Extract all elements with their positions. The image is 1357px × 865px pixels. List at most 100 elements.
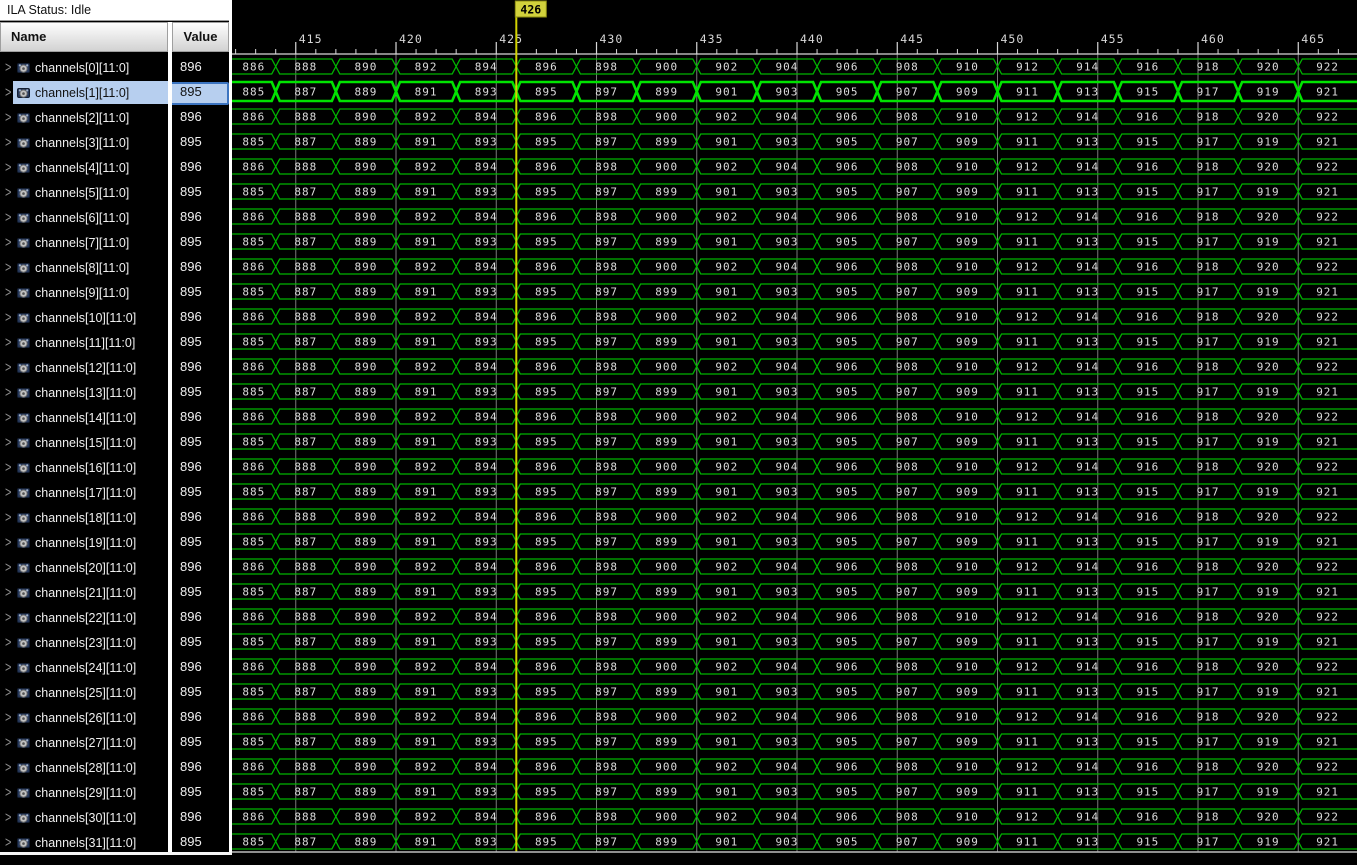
signal-value-cell[interactable]: 895 xyxy=(172,780,229,805)
expand-chevron-icon[interactable]: > xyxy=(5,335,11,351)
signal-value-cell[interactable]: 896 xyxy=(172,305,229,330)
expand-chevron-icon[interactable]: > xyxy=(5,835,11,851)
expand-chevron-icon[interactable]: > xyxy=(5,560,11,576)
signal-name-cell[interactable]: channels[21][11:0] xyxy=(13,581,168,604)
signal-row[interactable]: > channels[23][11:0] xyxy=(0,630,168,655)
signal-row[interactable]: > channels[7][11:0] xyxy=(0,230,168,255)
signal-row[interactable]: > channels[17][11:0] xyxy=(0,480,168,505)
signal-row[interactable]: > channels[29][11:0] xyxy=(0,780,168,805)
signal-value-cell[interactable]: 896 xyxy=(172,605,229,630)
signal-name-cell[interactable]: channels[28][11:0] xyxy=(13,756,168,779)
expand-chevron-icon[interactable]: > xyxy=(5,185,11,201)
expand-chevron-icon[interactable]: > xyxy=(5,435,11,451)
signal-row[interactable]: > channels[11][11:0] xyxy=(0,330,168,355)
signal-name-cell[interactable]: channels[19][11:0] xyxy=(13,531,168,554)
signal-row[interactable]: > channels[26][11:0] xyxy=(0,705,168,730)
expand-chevron-icon[interactable]: > xyxy=(5,535,11,551)
signal-name-cell[interactable]: channels[22][11:0] xyxy=(13,606,168,629)
signal-row[interactable]: > channels[15][11:0] xyxy=(0,430,168,455)
expand-chevron-icon[interactable]: > xyxy=(5,510,11,526)
signal-value-cell[interactable]: 896 xyxy=(172,55,229,80)
signal-value-cell[interactable]: 895 xyxy=(172,630,229,655)
signal-name-cell[interactable]: channels[26][11:0] xyxy=(13,706,168,729)
signal-row[interactable]: > channels[16][11:0] xyxy=(0,455,168,480)
expand-chevron-icon[interactable]: > xyxy=(5,760,11,776)
expand-chevron-icon[interactable]: > xyxy=(5,810,11,826)
signal-row[interactable]: > channels[4][11:0] xyxy=(0,155,168,180)
expand-chevron-icon[interactable]: > xyxy=(5,110,11,126)
expand-chevron-icon[interactable]: > xyxy=(5,685,11,701)
signal-name-cell[interactable]: channels[17][11:0] xyxy=(13,481,168,504)
expand-chevron-icon[interactable]: > xyxy=(5,660,11,676)
signal-value-cell[interactable]: 896 xyxy=(172,105,229,130)
waveform-canvas[interactable]: 415 420 425 430 435 440 445 450 455 460 465 886 888 8… xyxy=(232,0,1357,865)
signal-name-cell[interactable]: channels[3][11:0] xyxy=(13,131,168,154)
signal-name-cell[interactable]: channels[20][11:0] xyxy=(13,556,168,579)
signal-value-cell[interactable]: 895 xyxy=(172,230,229,255)
signal-value-cell[interactable]: 895 xyxy=(170,80,229,105)
signal-value-cell[interactable]: 896 xyxy=(172,655,229,680)
signal-value-cell[interactable]: 896 xyxy=(172,555,229,580)
signal-name-cell[interactable]: channels[9][11:0] xyxy=(13,281,168,304)
signal-value-cell[interactable]: 896 xyxy=(172,405,229,430)
signal-name-cell[interactable]: channels[1][11:0] xyxy=(13,81,168,104)
signal-name-cell[interactable]: channels[31][11:0] xyxy=(13,831,168,854)
expand-chevron-icon[interactable]: > xyxy=(5,285,11,301)
signal-name-cell[interactable]: channels[18][11:0] xyxy=(13,506,168,529)
signal-value-cell[interactable]: 895 xyxy=(172,580,229,605)
expand-chevron-icon[interactable]: > xyxy=(5,135,11,151)
signal-row[interactable]: > channels[12][11:0] xyxy=(0,355,168,380)
signal-value-cell[interactable]: 896 xyxy=(172,355,229,380)
signal-value-cell[interactable]: 895 xyxy=(172,730,229,755)
signal-value-cell[interactable]: 896 xyxy=(172,205,229,230)
signal-value-cell[interactable]: 896 xyxy=(172,755,229,780)
signal-name-cell[interactable]: channels[15][11:0] xyxy=(13,431,168,454)
signal-value-cell[interactable]: 896 xyxy=(172,705,229,730)
signal-name-cell[interactable]: channels[11][11:0] xyxy=(13,331,168,354)
expand-chevron-icon[interactable]: > xyxy=(5,460,11,476)
signal-row[interactable]: > channels[2][11:0] xyxy=(0,105,168,130)
signal-name-cell[interactable]: channels[0][11:0] xyxy=(13,56,168,79)
signal-name-cell[interactable]: channels[8][11:0] xyxy=(13,256,168,279)
signal-value-cell[interactable]: 896 xyxy=(172,505,229,530)
signal-row[interactable]: > channels[5][11:0] xyxy=(0,180,168,205)
signal-row[interactable]: > channels[9][11:0] xyxy=(0,280,168,305)
signal-name-cell[interactable]: channels[2][11:0] xyxy=(13,106,168,129)
expand-chevron-icon[interactable]: > xyxy=(5,260,11,276)
expand-chevron-icon[interactable]: > xyxy=(5,210,11,226)
signal-name-cell[interactable]: channels[10][11:0] xyxy=(13,306,168,329)
signal-value-cell[interactable]: 895 xyxy=(172,430,229,455)
signal-row[interactable]: > channels[18][11:0] xyxy=(0,505,168,530)
signal-name-cell[interactable]: channels[29][11:0] xyxy=(13,781,168,804)
expand-chevron-icon[interactable]: > xyxy=(5,360,11,376)
signal-name-cell[interactable]: channels[25][11:0] xyxy=(13,681,168,704)
signal-row[interactable]: > channels[8][11:0] xyxy=(0,255,168,280)
signal-value-cell[interactable]: 895 xyxy=(172,280,229,305)
expand-chevron-icon[interactable]: > xyxy=(5,60,11,76)
signal-value-cell[interactable]: 895 xyxy=(172,380,229,405)
signal-row[interactable]: > channels[20][11:0] xyxy=(0,555,168,580)
signal-name-cell[interactable]: channels[27][11:0] xyxy=(13,731,168,754)
signal-row[interactable]: > channels[6][11:0] xyxy=(0,205,168,230)
signal-value-cell[interactable]: 896 xyxy=(172,805,229,830)
signal-value-cell[interactable]: 895 xyxy=(172,130,229,155)
signal-name-cell[interactable]: channels[7][11:0] xyxy=(13,231,168,254)
signal-row[interactable]: > channels[28][11:0] xyxy=(0,755,168,780)
signal-name-cell[interactable]: channels[12][11:0] xyxy=(13,356,168,379)
signal-name-cell[interactable]: channels[14][11:0] xyxy=(13,406,168,429)
signal-name-cell[interactable]: channels[30][11:0] xyxy=(13,806,168,829)
expand-chevron-icon[interactable]: > xyxy=(5,160,11,176)
signal-row[interactable]: > channels[22][11:0] xyxy=(0,605,168,630)
signal-value-cell[interactable]: 896 xyxy=(172,155,229,180)
signal-value-cell[interactable]: 895 xyxy=(172,330,229,355)
expand-chevron-icon[interactable]: > xyxy=(5,585,11,601)
column-header-value[interactable]: Value xyxy=(172,22,229,52)
signal-row[interactable]: > channels[14][11:0] xyxy=(0,405,168,430)
signal-row[interactable]: > channels[13][11:0] xyxy=(0,380,168,405)
waveform-panel[interactable]: 415 420 425 430 435 440 445 450 455 460 465 886 888 8… xyxy=(232,0,1357,865)
signal-row[interactable]: > channels[3][11:0] xyxy=(0,130,168,155)
signal-value-cell[interactable]: 895 xyxy=(172,530,229,555)
signal-value-cell[interactable]: 895 xyxy=(172,180,229,205)
signal-name-cell[interactable]: channels[23][11:0] xyxy=(13,631,168,654)
signal-value-cell[interactable]: 895 xyxy=(172,680,229,705)
